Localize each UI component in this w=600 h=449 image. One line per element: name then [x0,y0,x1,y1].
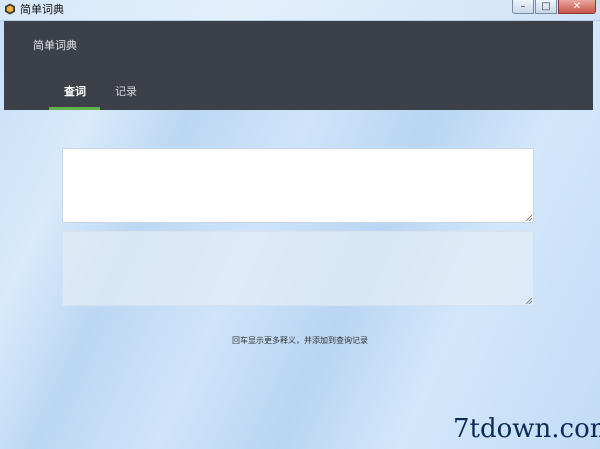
app-logo-icon [5,3,15,15]
result-output[interactable] [62,231,534,306]
minimize-button[interactable]: – [512,0,534,14]
app-header: 简单词典 查词 记录 [4,21,593,110]
window-title: 简单词典 [20,3,64,16]
tab-lookup[interactable]: 查词 [64,83,86,99]
watermark: 7tdown.com [453,414,600,444]
app-name: 简单词典 [33,39,77,52]
close-button[interactable]: ✕ [558,0,596,14]
maximize-button[interactable]: □ [535,0,557,14]
window-controls: – □ ✕ [511,0,596,16]
tab-history[interactable]: 记录 [115,83,137,99]
result-resize-handle-icon[interactable] [526,298,532,304]
active-tab-indicator [49,107,100,110]
hint-text: 回车显示更多释义，并添加到查询记录 [232,336,368,345]
word-input[interactable] [62,148,534,223]
input-resize-handle-icon[interactable] [526,215,532,221]
window-titlebar: 简单词典 – □ ✕ [0,0,600,21]
